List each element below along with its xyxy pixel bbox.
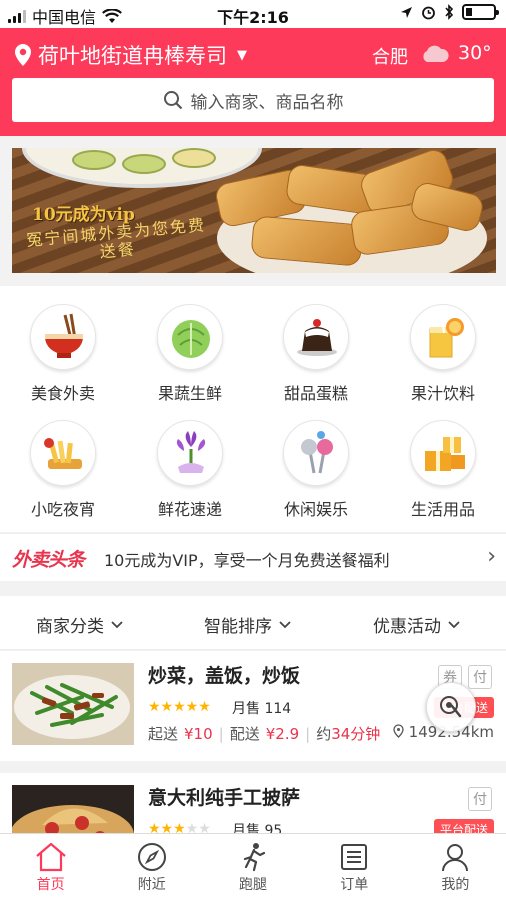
app-header: 荷叶地街道冉棒寿司 ▼ 合肥 30° 输入商家、商品名称 (0, 28, 506, 136)
category-grid: 美食外卖 果蔬生鲜 甜品蛋糕 果汁饮料 小吃夜宵 鲜花速递 休闲娱乐 生活用品 (0, 286, 506, 532)
shop-meta: 起送 ¥10 | 配送 ¥2.9 | 约34分钟 (148, 724, 381, 744)
category-drinks[interactable]: 果汁饮料 (380, 304, 506, 404)
filter-promotions[interactable]: 优惠活动 (373, 612, 461, 637)
category-dessert[interactable]: 甜品蛋糕 (253, 304, 379, 404)
monthly-sales: 月售 114 (232, 701, 292, 717)
battery-icon (462, 4, 499, 20)
delivery-fee-label: 配送 (229, 725, 260, 743)
search-bar[interactable]: 输入商家、商品名称 (12, 78, 494, 122)
location-pin-icon (393, 724, 404, 738)
category-label: 小吃夜宵 (30, 500, 95, 519)
city-label: 合肥 (372, 47, 408, 68)
category-label: 果汁饮料 (410, 384, 475, 403)
news-strip[interactable]: 外卖头条 10元成为VIP，享受一个月免费送餐福利 › (0, 533, 506, 581)
pay-badge: 付 (468, 787, 492, 811)
chevron-down-icon (111, 620, 123, 628)
tab-errand[interactable]: 跑腿 (202, 834, 303, 900)
temperature-label: 30° (458, 42, 492, 64)
cabbage-icon (157, 304, 223, 370)
rating-stars: ★★★★★ (148, 821, 211, 833)
filter-category[interactable]: 商家分类 (36, 612, 124, 637)
filter-label: 智能排序 (204, 617, 272, 637)
search-icon (163, 91, 182, 110)
category-label: 休闲娱乐 (283, 500, 348, 519)
category-daily-goods[interactable]: 生活用品 (380, 420, 506, 520)
banner-title: 10元成为vip (32, 205, 135, 225)
pudding-icon (283, 304, 349, 370)
tab-orders[interactable]: 订单 (304, 834, 405, 900)
shop-badges: 付 (468, 787, 492, 811)
banner-lime (72, 150, 116, 170)
filter-label: 商家分类 (36, 617, 104, 637)
promo-banner[interactable]: 10元成为vip 冤宁间城外卖为您免费送餐 (12, 148, 496, 273)
category-produce[interactable]: 果蔬生鲜 (127, 304, 253, 404)
home-icon (35, 842, 66, 872)
filter-bar: 商家分类 智能排序 优惠活动 (0, 596, 506, 650)
category-label: 鲜花速递 (157, 500, 222, 519)
tab-label: 首页 (36, 877, 65, 893)
touch-icon (440, 696, 462, 718)
delivery-fee-value: ¥2.9 (265, 724, 300, 743)
monthly-sales: 月售 95 (232, 823, 283, 833)
microphone-icon (283, 420, 349, 486)
fries-icon (30, 420, 96, 486)
status-bar: 中国电信 下午2:16 (0, 0, 506, 28)
delivery-time-label: 约 (316, 725, 332, 743)
delivery-time-value: 34分钟 (331, 725, 381, 743)
category-label: 生活用品 (410, 500, 475, 519)
delivery-badge: 平台配送 (433, 819, 494, 833)
filter-label: 优惠活动 (373, 617, 441, 637)
search-placeholder: 输入商家、商品名称 (190, 92, 344, 113)
shop-card[interactable]: 意大利纯手工披萨 付 ★★★★★ 月售 95 平台配送 (0, 773, 506, 833)
alarm-icon (422, 6, 435, 19)
tab-profile[interactable]: 我的 (405, 834, 506, 900)
gift-box-icon (410, 420, 476, 486)
runner-icon (243, 843, 266, 872)
user-icon (442, 844, 469, 872)
juice-icon (410, 304, 476, 370)
pay-badge: 付 (468, 665, 492, 689)
compass-icon (137, 843, 166, 871)
tab-home[interactable]: 首页 (0, 834, 101, 900)
tab-nearby[interactable]: 附近 (101, 834, 202, 900)
bottom-tab-bar: 首页 附近 跑腿 订单 我的 (0, 833, 506, 900)
shop-photo (12, 785, 134, 833)
news-text: 10元成为VIP，享受一个月免费送餐福利 (104, 551, 390, 570)
tab-label: 我的 (441, 877, 470, 893)
min-order-label: 起送 (148, 725, 179, 743)
banner-lime (172, 148, 216, 168)
shop-photo (12, 663, 134, 745)
floating-tool-button[interactable] (426, 682, 476, 732)
bluetooth-icon (445, 4, 454, 20)
category-label: 果蔬生鲜 (157, 384, 222, 403)
news-tag: 外卖头条 (12, 549, 85, 571)
category-label: 美食外卖 (30, 384, 95, 403)
order-list-icon (341, 844, 368, 870)
flower-icon (157, 420, 223, 486)
shop-name: 炒菜，盖饭，炒饭 (148, 665, 301, 687)
tab-label: 附近 (137, 877, 166, 893)
category-entertainment[interactable]: 休闲娱乐 (253, 420, 379, 520)
tab-label: 订单 (340, 877, 369, 893)
tab-label: 跑腿 (239, 877, 267, 893)
location-text: 荷叶地街道冉棒寿司 (38, 44, 227, 68)
chevron-down-icon (448, 620, 460, 628)
chevron-down-icon: ▼ (237, 47, 247, 63)
filter-sort[interactable]: 智能排序 (204, 612, 292, 637)
banner-lime (122, 154, 166, 174)
shop-name: 意大利纯手工披萨 (148, 787, 301, 809)
category-flowers[interactable]: 鲜花速递 (127, 420, 253, 520)
map-pin-icon (15, 44, 31, 66)
category-label: 甜品蛋糕 (283, 384, 348, 403)
location-selector[interactable]: 荷叶地街道冉棒寿司 ▼ (14, 40, 247, 70)
chevron-down-icon (279, 620, 291, 628)
min-order-value: ¥10 (184, 724, 213, 743)
chevron-right-icon: › (487, 544, 496, 569)
location-arrow-icon (401, 6, 412, 18)
rating-stars: ★★★★★ (148, 699, 211, 715)
category-snacks[interactable]: 小吃夜宵 (0, 420, 126, 520)
noodle-bowl-icon (30, 304, 96, 370)
cloud-icon (423, 45, 449, 62)
category-food-delivery[interactable]: 美食外卖 (0, 304, 126, 404)
